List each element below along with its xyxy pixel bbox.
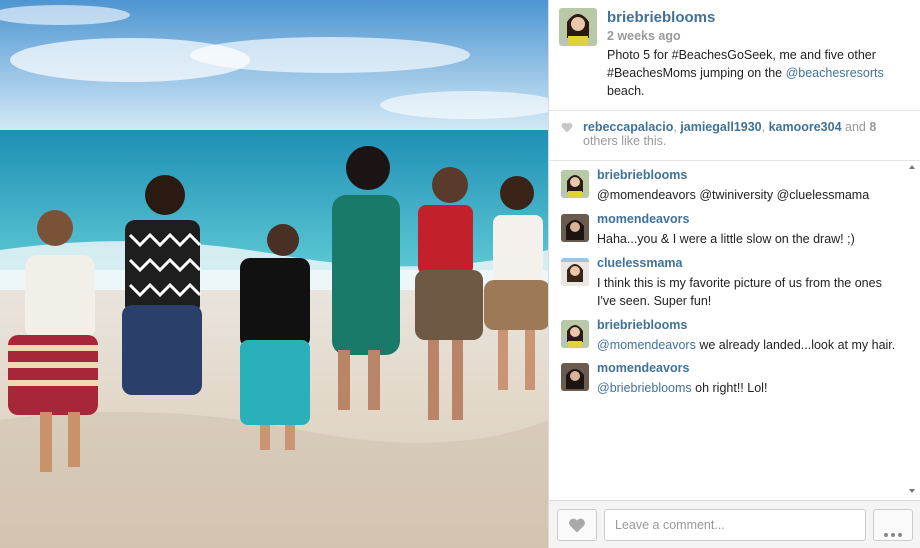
likes-separator: , (761, 120, 769, 134)
scroll-up-arrow-icon[interactable] (909, 165, 915, 169)
liker-link[interactable]: jamiegall1930 (680, 120, 761, 134)
post-photo[interactable] (0, 0, 548, 548)
liker-link[interactable]: rebeccapalacio (583, 120, 673, 134)
commenter-avatar[interactable] (561, 258, 589, 286)
caption-mention-link[interactable]: @beachesresorts (786, 66, 884, 80)
divider (549, 160, 920, 161)
post-timestamp: 2 weeks ago (607, 29, 681, 43)
comment-username[interactable]: briebrieblooms (597, 168, 687, 182)
divider (549, 110, 920, 111)
comment-username[interactable]: briebrieblooms (597, 318, 687, 332)
comments-list: briebrieblooms @momendeavors @twiniversi… (549, 162, 919, 497)
author-avatar[interactable] (559, 8, 597, 46)
comment-text: I think this is my favorite picture of u… (597, 276, 882, 308)
likes-others-text: others like this. (583, 134, 667, 148)
likes-others-count[interactable]: 8 (869, 120, 876, 134)
comment-username[interactable]: momendeavors (597, 361, 689, 375)
ellipsis-icon (884, 524, 905, 542)
likes-text: rebeccapalacio, jamiegall1930, kamoore30… (583, 120, 913, 148)
comment-text: Haha...you & I were a little slow on the… (597, 232, 855, 246)
comment-body: we already landed...look at my hair. (695, 338, 896, 352)
caption-text: Photo 5 for #BeachesGoSeek, me and five … (607, 46, 897, 100)
comment-text: @momendeavors we already landed...look a… (597, 336, 897, 354)
comment-username[interactable]: cluelessmama (597, 256, 682, 270)
likes-and: and (841, 120, 870, 134)
scroll-down-arrow-icon[interactable] (909, 489, 915, 493)
author-username[interactable]: briebrieblooms (607, 9, 715, 26)
post-details-panel: briebrieblooms 2 weeks ago Photo 5 for #… (548, 0, 920, 548)
heart-icon (569, 518, 585, 533)
comment-mention-link[interactable]: @momendeavors (597, 338, 696, 352)
liker-link[interactable]: kamoore304 (769, 120, 842, 134)
comment-input[interactable] (604, 509, 866, 541)
commenter-avatar[interactable] (561, 363, 589, 391)
commenter-avatar[interactable] (561, 170, 589, 198)
comment-body: oh right!! Lol! (691, 381, 768, 395)
more-options-button[interactable] (873, 509, 913, 541)
comment-text: @briebrieblooms oh right!! Lol! (597, 379, 897, 397)
commenter-avatar[interactable] (561, 214, 589, 242)
heart-icon (561, 122, 573, 133)
comment-username[interactable]: momendeavors (597, 212, 689, 226)
comment-mention-link[interactable]: @briebrieblooms (597, 381, 692, 395)
comment-footer (549, 500, 920, 548)
comment-text[interactable]: @momendeavors @twiniversity @cluelessmam… (597, 186, 897, 204)
commenter-avatar[interactable] (561, 320, 589, 348)
comments-scrollbar[interactable] (906, 162, 918, 502)
like-button[interactable] (557, 509, 597, 541)
caption-end: beach. (607, 84, 645, 98)
